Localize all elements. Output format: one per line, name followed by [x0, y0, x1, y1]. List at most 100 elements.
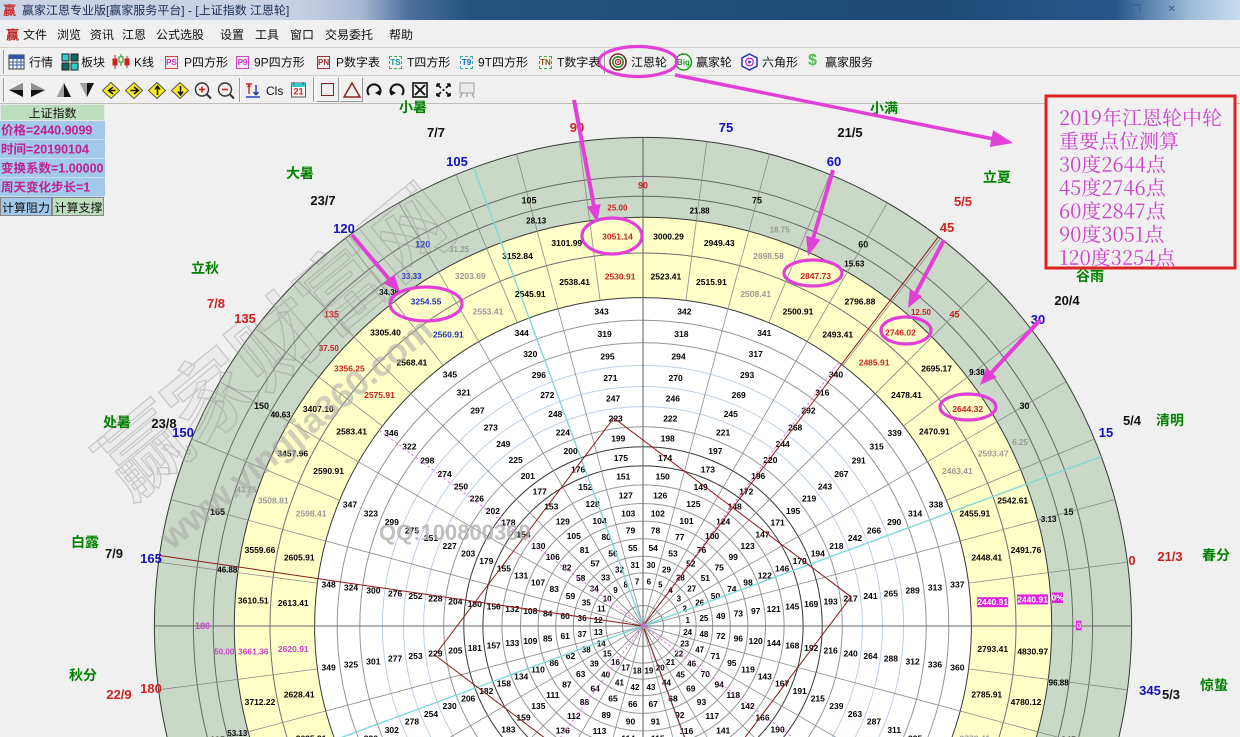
svg-text:177: 177 — [533, 486, 547, 496]
svg-text:2605.91: 2605.91 — [284, 553, 315, 563]
svg-text:2796.88: 2796.88 — [845, 296, 876, 306]
svg-text:105: 105 — [567, 531, 581, 541]
svg-text:198: 198 — [661, 433, 675, 443]
svg-text:111: 111 — [546, 690, 560, 700]
svg-text:75: 75 — [752, 196, 762, 206]
svg-text:2491.76: 2491.76 — [1011, 545, 1042, 555]
svg-text:103: 103 — [621, 508, 635, 518]
svg-text:54: 54 — [648, 543, 658, 553]
svg-text:75: 75 — [719, 120, 733, 135]
svg-text:274: 274 — [438, 469, 452, 479]
svg-text:5: 5 — [658, 580, 663, 589]
svg-text:47: 47 — [695, 646, 704, 655]
svg-text:336: 336 — [928, 659, 942, 669]
svg-text:119: 119 — [741, 665, 755, 675]
svg-text:172: 172 — [739, 486, 753, 496]
svg-text:43: 43 — [647, 683, 656, 692]
svg-text:180: 180 — [195, 621, 210, 631]
svg-text:2485.91: 2485.91 — [859, 358, 890, 368]
svg-text:249: 249 — [496, 439, 510, 449]
svg-text:82: 82 — [562, 563, 572, 573]
svg-text:222: 222 — [663, 413, 677, 423]
svg-text:2470.91: 2470.91 — [919, 426, 950, 436]
svg-text:196: 196 — [751, 471, 765, 481]
svg-text:2785.91: 2785.91 — [971, 689, 1002, 699]
svg-text:]: ] — [286, 4, 289, 18]
svg-text:7: 7 — [635, 577, 640, 586]
svg-text:3203.69: 3203.69 — [455, 271, 486, 281]
svg-text:7/8: 7/8 — [207, 296, 225, 311]
svg-text:53.13: 53.13 — [227, 729, 248, 737]
svg-text:290: 290 — [887, 517, 901, 527]
svg-text:30: 30 — [647, 561, 656, 570]
svg-text:2500.91: 2500.91 — [783, 307, 814, 317]
svg-text:199: 199 — [611, 433, 625, 443]
svg-text:201: 201 — [521, 471, 535, 481]
svg-text:77: 77 — [675, 532, 685, 542]
svg-text:88: 88 — [580, 697, 590, 707]
svg-text:12.50: 12.50 — [911, 308, 932, 317]
svg-text:118: 118 — [726, 690, 740, 700]
svg-text:349: 349 — [322, 662, 336, 672]
svg-text:297: 297 — [470, 405, 484, 415]
svg-text:33: 33 — [601, 573, 610, 582]
svg-text:133: 133 — [505, 638, 519, 648]
svg-text:230: 230 — [443, 701, 457, 711]
svg-text:21.88: 21.88 — [690, 206, 711, 215]
svg-text:57: 57 — [590, 559, 600, 569]
svg-text:287: 287 — [867, 717, 881, 727]
svg-text:] - [: ] - [ — [181, 4, 199, 18]
svg-text:9: 9 — [613, 586, 618, 595]
svg-text:67: 67 — [648, 699, 658, 709]
svg-text:59: 59 — [566, 591, 576, 601]
svg-text:60: 60 — [827, 154, 841, 169]
svg-text:200: 200 — [564, 446, 578, 456]
svg-text:3101.99: 3101.99 — [551, 238, 582, 248]
svg-text:15.63: 15.63 — [844, 260, 865, 269]
svg-text:2493.41: 2493.41 — [822, 330, 853, 340]
svg-text:270: 270 — [669, 373, 683, 383]
svg-text:218: 218 — [829, 541, 843, 551]
svg-text:145: 145 — [785, 601, 799, 611]
svg-text:3254.55: 3254.55 — [411, 296, 442, 306]
svg-text:289: 289 — [906, 586, 920, 596]
svg-text:22/9: 22/9 — [106, 687, 131, 702]
svg-text:337: 337 — [950, 580, 964, 590]
svg-text:4830.97: 4830.97 — [1017, 647, 1048, 657]
svg-text:302: 302 — [385, 725, 399, 735]
svg-text:48: 48 — [699, 630, 708, 639]
svg-text:5/5: 5/5 — [954, 194, 972, 209]
svg-text:179: 179 — [479, 556, 493, 566]
svg-text:2455.91: 2455.91 — [960, 508, 991, 518]
svg-text:99: 99 — [728, 552, 738, 562]
svg-text:247: 247 — [606, 394, 620, 404]
svg-text:347: 347 — [343, 500, 357, 510]
svg-text:341: 341 — [757, 328, 771, 338]
svg-text:90: 90 — [638, 181, 648, 191]
svg-text:21: 21 — [666, 658, 675, 667]
svg-text:3508.81: 3508.81 — [258, 496, 289, 506]
svg-text:109: 109 — [523, 636, 537, 646]
svg-text:2538.41: 2538.41 — [559, 277, 590, 287]
svg-text:5/3: 5/3 — [1162, 687, 1180, 702]
svg-text:95: 95 — [727, 658, 737, 668]
svg-text:23: 23 — [680, 639, 689, 648]
svg-text:272: 272 — [540, 390, 554, 400]
svg-text:298: 298 — [420, 456, 434, 466]
svg-text:2463.41: 2463.41 — [942, 466, 973, 476]
svg-text:3: 3 — [677, 595, 682, 604]
svg-text:171: 171 — [771, 518, 785, 528]
svg-text:338: 338 — [929, 500, 943, 510]
svg-text:318: 318 — [674, 329, 688, 339]
svg-text:215: 215 — [811, 693, 825, 703]
svg-text:107: 107 — [531, 578, 545, 588]
svg-text:73: 73 — [734, 609, 744, 619]
svg-text:240: 240 — [844, 648, 858, 658]
svg-text:89: 89 — [601, 710, 611, 720]
svg-text:41: 41 — [615, 679, 624, 688]
svg-text:246: 246 — [666, 394, 680, 404]
svg-text:=1.00000: =1.00000 — [51, 162, 104, 176]
svg-text:2478.41: 2478.41 — [891, 390, 922, 400]
svg-text:50.00: 50.00 — [214, 648, 235, 657]
svg-text:2583.41: 2583.41 — [336, 426, 367, 436]
